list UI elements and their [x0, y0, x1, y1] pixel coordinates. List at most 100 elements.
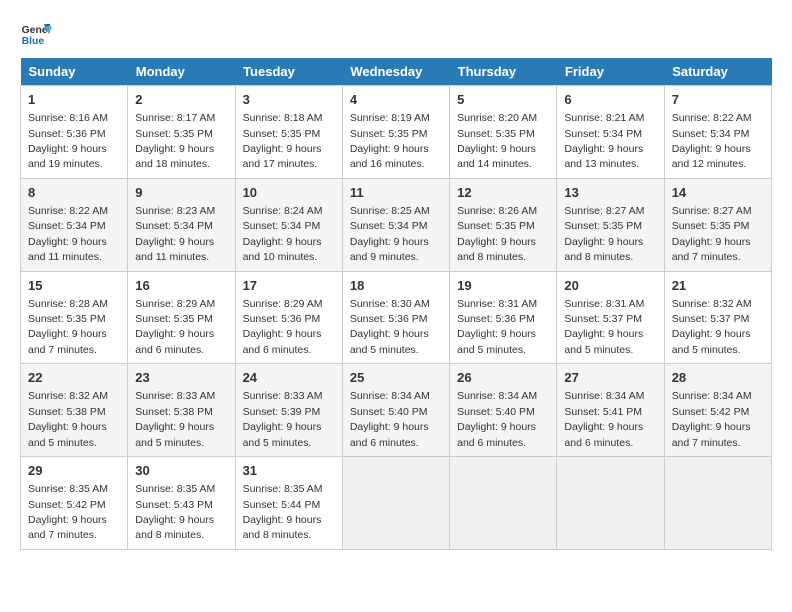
calendar-cell: [557, 457, 664, 550]
day-number: 1: [28, 91, 120, 109]
day-info: Sunrise: 8:31 AMSunset: 5:37 PMDaylight:…: [564, 298, 644, 356]
day-info: Sunrise: 8:34 AMSunset: 5:40 PMDaylight:…: [457, 390, 537, 448]
day-number: 5: [457, 91, 549, 109]
calendar-cell: 5 Sunrise: 8:20 AMSunset: 5:35 PMDaylight…: [450, 86, 557, 179]
day-number: 28: [672, 369, 764, 387]
calendar-cell: [342, 457, 449, 550]
day-info: Sunrise: 8:34 AMSunset: 5:40 PMDaylight:…: [350, 390, 430, 448]
day-number: 7: [672, 91, 764, 109]
day-number: 17: [243, 277, 335, 295]
calendar-cell: 17 Sunrise: 8:29 AMSunset: 5:36 PMDayligh…: [235, 271, 342, 364]
calendar-cell: [664, 457, 771, 550]
page-header: General Blue: [20, 20, 772, 48]
day-number: 25: [350, 369, 442, 387]
day-info: Sunrise: 8:34 AMSunset: 5:41 PMDaylight:…: [564, 390, 644, 448]
day-number: 27: [564, 369, 656, 387]
calendar-cell: 2Sunrise: 8:17 AMSunset: 5:35 PMDaylight…: [128, 86, 235, 179]
day-number: 4: [350, 91, 442, 109]
day-header-saturday: Saturday: [664, 58, 771, 86]
day-info: Sunrise: 8:35 AMSunset: 5:42 PMDaylight:…: [28, 483, 108, 541]
day-info: Sunrise: 8:21 AMSunset: 5:34 PMDaylight:…: [564, 112, 644, 170]
day-number: 20: [564, 277, 656, 295]
calendar-cell: 31 Sunrise: 8:35 AMSunset: 5:44 PMDayligh…: [235, 457, 342, 550]
day-info: Sunrise: 8:18 AMSunset: 5:35 PMDaylight:…: [243, 112, 323, 170]
calendar-cell: 30Sunrise: 8:35 AMSunset: 5:43 PMDayligh…: [128, 457, 235, 550]
day-number: 19: [457, 277, 549, 295]
calendar-cell: 19 Sunrise: 8:31 AMSunset: 5:36 PMDayligh…: [450, 271, 557, 364]
calendar-cell: 28 Sunrise: 8:34 AMSunset: 5:42 PMDayligh…: [664, 364, 771, 457]
day-info: Sunrise: 8:27 AMSunset: 5:35 PMDaylight:…: [564, 205, 644, 263]
calendar-cell: 23 Sunrise: 8:33 AMSunset: 5:38 PMDayligh…: [128, 364, 235, 457]
calendar-cell: 20 Sunrise: 8:31 AMSunset: 5:37 PMDayligh…: [557, 271, 664, 364]
day-number: 10: [243, 184, 335, 202]
calendar-cell: 13 Sunrise: 8:27 AMSunset: 5:35 PMDayligh…: [557, 178, 664, 271]
calendar-cell: 15 Sunrise: 8:28 AMSunset: 5:35 PMDayligh…: [21, 271, 128, 364]
day-info: Sunrise: 8:29 AMSunset: 5:36 PMDaylight:…: [243, 298, 323, 356]
day-number: 16: [135, 277, 227, 295]
calendar-cell: 9Sunrise: 8:23 AMSunset: 5:34 PMDaylight…: [128, 178, 235, 271]
calendar-cell: 10 Sunrise: 8:24 AMSunset: 5:34 PMDayligh…: [235, 178, 342, 271]
calendar-cell: 27 Sunrise: 8:34 AMSunset: 5:41 PMDayligh…: [557, 364, 664, 457]
day-info: Sunrise: 8:28 AMSunset: 5:35 PMDaylight:…: [28, 298, 108, 356]
day-number: 9: [135, 184, 227, 202]
day-info: Sunrise: 8:24 AMSunset: 5:34 PMDaylight:…: [243, 205, 323, 263]
calendar-cell: 6 Sunrise: 8:21 AMSunset: 5:34 PMDaylight…: [557, 86, 664, 179]
day-info: Sunrise: 8:30 AMSunset: 5:36 PMDaylight:…: [350, 298, 430, 356]
day-info: Sunrise: 8:29 AMSunset: 5:35 PMDaylight:…: [135, 298, 215, 356]
day-header-friday: Friday: [557, 58, 664, 86]
calendar-cell: 22Sunrise: 8:32 AMSunset: 5:38 PMDayligh…: [21, 364, 128, 457]
calendar-cell: 7 Sunrise: 8:22 AMSunset: 5:34 PMDaylight…: [664, 86, 771, 179]
logo: General Blue: [20, 20, 60, 48]
day-info: Sunrise: 8:32 AMSunset: 5:38 PMDaylight:…: [28, 390, 108, 448]
day-number: 13: [564, 184, 656, 202]
calendar-week-1: 1Sunrise: 8:16 AMSunset: 5:36 PMDaylight…: [21, 86, 772, 179]
calendar-cell: 12Sunrise: 8:26 AMSunset: 5:35 PMDayligh…: [450, 178, 557, 271]
day-header-wednesday: Wednesday: [342, 58, 449, 86]
day-info: Sunrise: 8:32 AMSunset: 5:37 PMDaylight:…: [672, 298, 752, 356]
day-number: 21: [672, 277, 764, 295]
day-info: Sunrise: 8:17 AMSunset: 5:35 PMDaylight:…: [135, 112, 215, 170]
day-number: 8: [28, 184, 120, 202]
logo-icon: General Blue: [20, 20, 52, 48]
calendar-cell: 24 Sunrise: 8:33 AMSunset: 5:39 PMDayligh…: [235, 364, 342, 457]
calendar-cell: 3Sunrise: 8:18 AMSunset: 5:35 PMDaylight…: [235, 86, 342, 179]
calendar-week-3: 15 Sunrise: 8:28 AMSunset: 5:35 PMDayligh…: [21, 271, 772, 364]
day-info: Sunrise: 8:22 AMSunset: 5:34 PMDaylight:…: [672, 112, 752, 170]
day-number: 24: [243, 369, 335, 387]
day-number: 12: [457, 184, 549, 202]
day-info: Sunrise: 8:33 AMSunset: 5:39 PMDaylight:…: [243, 390, 323, 448]
calendar-cell: 11 Sunrise: 8:25 AMSunset: 5:34 PMDayligh…: [342, 178, 449, 271]
calendar-cell: 8Sunrise: 8:22 AMSunset: 5:34 PMDaylight…: [21, 178, 128, 271]
calendar-cell: 25 Sunrise: 8:34 AMSunset: 5:40 PMDayligh…: [342, 364, 449, 457]
svg-text:Blue: Blue: [22, 36, 45, 47]
day-number: 18: [350, 277, 442, 295]
calendar-week-2: 8Sunrise: 8:22 AMSunset: 5:34 PMDaylight…: [21, 178, 772, 271]
calendar-cell: 26Sunrise: 8:34 AMSunset: 5:40 PMDayligh…: [450, 364, 557, 457]
day-info: Sunrise: 8:19 AMSunset: 5:35 PMDaylight:…: [350, 112, 430, 170]
day-header-thursday: Thursday: [450, 58, 557, 86]
day-number: 23: [135, 369, 227, 387]
calendar-cell: 4 Sunrise: 8:19 AMSunset: 5:35 PMDaylight…: [342, 86, 449, 179]
calendar-cell: 16 Sunrise: 8:29 AMSunset: 5:35 PMDayligh…: [128, 271, 235, 364]
day-header-monday: Monday: [128, 58, 235, 86]
calendar-cell: 1Sunrise: 8:16 AMSunset: 5:36 PMDaylight…: [21, 86, 128, 179]
day-number: 31: [243, 462, 335, 480]
calendar-cell: 18 Sunrise: 8:30 AMSunset: 5:36 PMDayligh…: [342, 271, 449, 364]
day-info: Sunrise: 8:34 AMSunset: 5:42 PMDaylight:…: [672, 390, 752, 448]
calendar-week-4: 22Sunrise: 8:32 AMSunset: 5:38 PMDayligh…: [21, 364, 772, 457]
day-info: Sunrise: 8:25 AMSunset: 5:34 PMDaylight:…: [350, 205, 430, 263]
day-number: 6: [564, 91, 656, 109]
day-header-tuesday: Tuesday: [235, 58, 342, 86]
day-info: Sunrise: 8:27 AMSunset: 5:35 PMDaylight:…: [672, 205, 752, 263]
day-info: Sunrise: 8:33 AMSunset: 5:38 PMDaylight:…: [135, 390, 215, 448]
calendar-table: SundayMondayTuesdayWednesdayThursdayFrid…: [20, 58, 772, 550]
day-number: 14: [672, 184, 764, 202]
header-row: SundayMondayTuesdayWednesdayThursdayFrid…: [21, 58, 772, 86]
day-info: Sunrise: 8:31 AMSunset: 5:36 PMDaylight:…: [457, 298, 537, 356]
day-info: Sunrise: 8:20 AMSunset: 5:35 PMDaylight:…: [457, 112, 537, 170]
calendar-week-5: 29Sunrise: 8:35 AMSunset: 5:42 PMDayligh…: [21, 457, 772, 550]
calendar-cell: 14 Sunrise: 8:27 AMSunset: 5:35 PMDayligh…: [664, 178, 771, 271]
day-info: Sunrise: 8:35 AMSunset: 5:44 PMDaylight:…: [243, 483, 323, 541]
day-number: 15: [28, 277, 120, 295]
day-number: 11: [350, 184, 442, 202]
